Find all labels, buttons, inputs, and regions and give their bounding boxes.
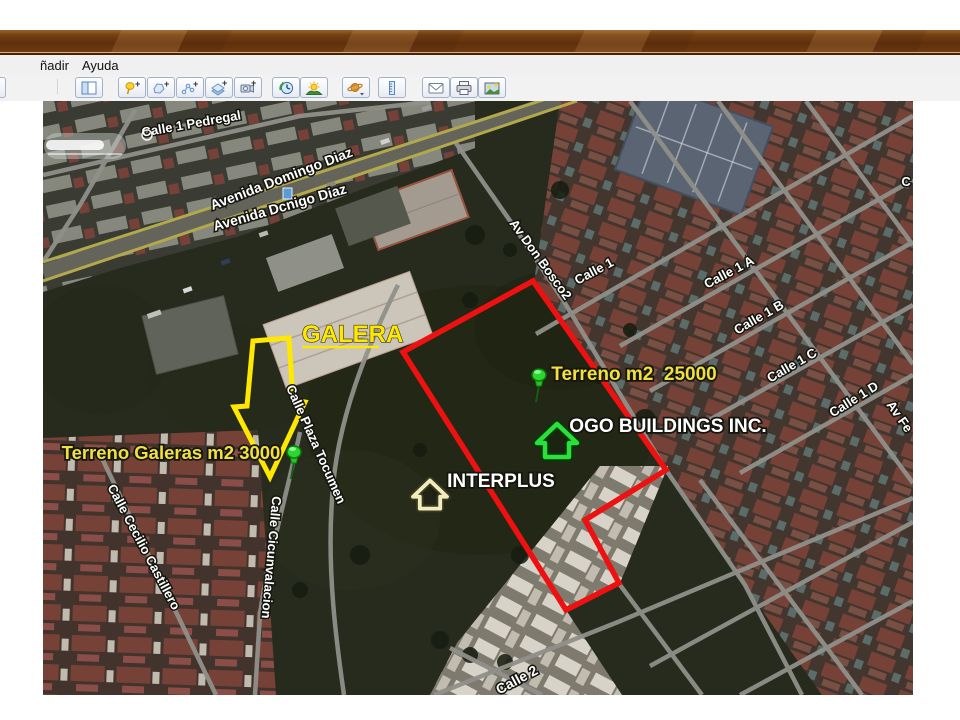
wood-grain-texture [0,30,960,52]
printer-icon [455,80,473,96]
screen: ñadir Ayuda + + + + + [0,0,960,720]
toggle-sidebar-button[interactable] [75,77,103,98]
street-label-clipped-c: C [901,174,911,189]
print-button[interactable] [450,77,478,98]
ruler-button[interactable] [378,77,406,98]
toolbar-separator [57,79,58,94]
image-icon [483,80,501,96]
polygon-plus-icon: + [152,80,170,96]
menu-bar: ñadir Ayuda [0,55,960,75]
ogo-buildings-label[interactable]: OGO BUILDINGS INC. [569,416,766,437]
map-view[interactable]: Calle 1 Pedregal Avenida Domingo Diaz Av… [43,101,913,695]
menu-item-ayuda[interactable]: Ayuda [78,57,123,74]
clock-history-icon [277,80,295,96]
terreno-galeras-3000-label[interactable]: Terreno Galeras m2 3000 [62,442,281,463]
add-image-overlay-button[interactable]: + [205,77,233,98]
sunlight-button[interactable] [300,77,328,98]
clipped-toolbar-button[interactable] [0,77,6,98]
planets-button[interactable] [342,77,370,98]
interplus-label[interactable]: INTERPLUS [447,471,555,492]
historical-imagery-button[interactable] [272,77,300,98]
svg-text:+: + [135,80,140,89]
svg-text:+: + [222,80,227,88]
camera-plus-icon: + [239,80,257,96]
desktop-wood-band [0,30,960,52]
add-placemark-button[interactable]: + [118,77,146,98]
email-button[interactable] [422,77,450,98]
pushpin-plus-icon: + [123,80,141,96]
envelope-icon [427,80,445,96]
sidebar-panel-icon [80,80,98,96]
add-path-button[interactable]: + [176,77,204,98]
galera-label[interactable]: GALERA [302,321,403,348]
menu-item-anadir[interactable]: ñadir [36,57,73,74]
save-image-button[interactable] [478,77,506,98]
ruler-icon [383,80,401,96]
overlay-plus-icon: + [210,80,228,96]
svg-text:+: + [193,80,198,89]
terreno-25000-label[interactable]: Terreno m2 25000 [551,364,716,385]
record-tour-button[interactable]: + [234,77,262,98]
saturn-icon [346,80,366,96]
svg-text:+: + [251,80,256,88]
toolbar: + + + + + [0,75,960,101]
svg-text:+: + [164,80,169,89]
add-polygon-button[interactable]: + [147,77,175,98]
path-plus-icon: + [181,80,199,96]
sun-icon [305,80,323,96]
